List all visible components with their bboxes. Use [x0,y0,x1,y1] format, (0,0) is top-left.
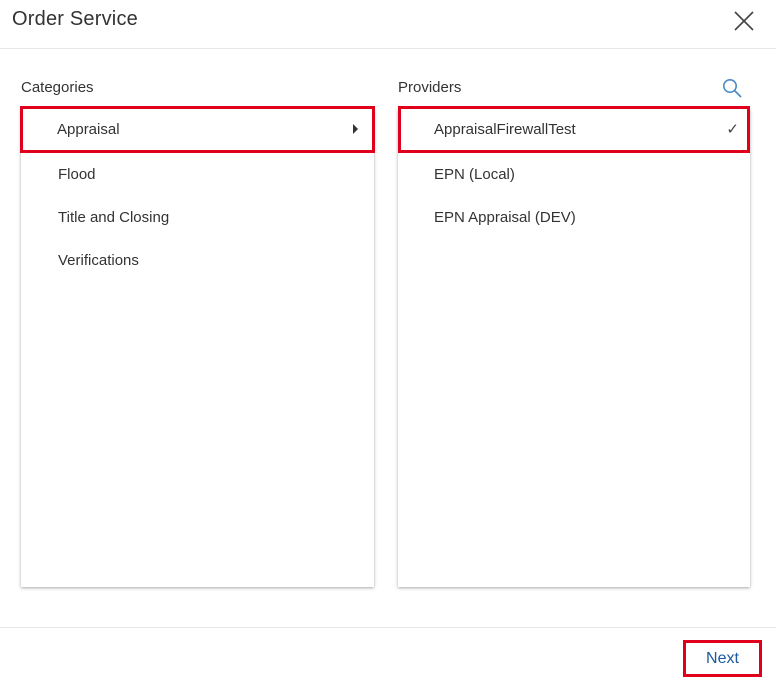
category-item-title-and-closing[interactable]: Title and Closing [21,196,374,239]
category-item-label: Title and Closing [58,209,170,226]
next-button[interactable]: Next [683,640,762,677]
provider-item-label: AppraisalFirewallTest [434,121,576,138]
dialog-footer [0,627,776,682]
provider-item-label: EPN Appraisal (DEV) [434,209,576,226]
order-service-dialog: Order Service Categories Providers Appra… [0,0,776,682]
category-item-verifications[interactable]: Verifications [21,239,374,282]
category-item-label: Appraisal [57,121,120,138]
dialog-title: Order Service [12,8,138,30]
provider-item-epn-appraisal-dev[interactable]: EPN Appraisal (DEV) [398,196,750,239]
providers-list: AppraisalFirewallTest ✓ EPN (Local) EPN … [398,106,750,587]
categories-label: Categories [21,79,94,96]
categories-list: Appraisal Flood Title and Closing Verifi… [20,106,375,587]
category-item-flood[interactable]: Flood [21,153,374,196]
close-icon[interactable] [732,9,756,33]
search-icon[interactable] [722,78,742,98]
category-item-label: Verifications [58,252,139,269]
provider-item-appraisalfirewalltest[interactable]: AppraisalFirewallTest ✓ [398,106,750,153]
dialog-header: Order Service [0,0,776,49]
provider-item-label: EPN (Local) [434,166,515,183]
checkmark-icon: ✓ [726,121,739,138]
category-item-appraisal[interactable]: Appraisal [20,106,375,153]
providers-label: Providers [398,79,462,96]
provider-item-epn-local[interactable]: EPN (Local) [398,153,750,196]
chevron-right-icon [353,124,358,134]
category-item-label: Flood [58,166,96,183]
